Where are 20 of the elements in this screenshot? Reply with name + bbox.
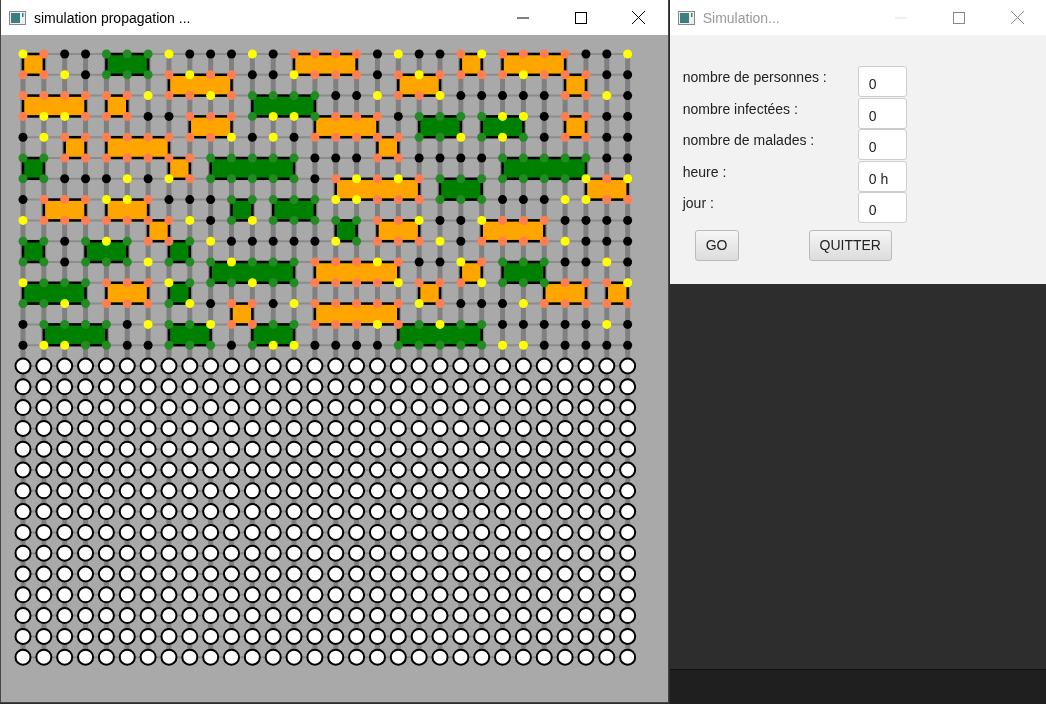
maximize-icon	[574, 11, 587, 24]
field-label: heure :	[682, 163, 728, 180]
close-icon	[1010, 11, 1024, 24]
quit-button[interactable]: QUITTER	[808, 229, 892, 261]
input-field[interactable]: 0	[857, 192, 907, 223]
go-button[interactable]: GO	[694, 229, 739, 261]
input-field[interactable]: 0	[857, 129, 907, 160]
field-label: nombre de malades :	[682, 132, 816, 148]
input-field[interactable]: 0	[857, 97, 907, 129]
input-field[interactable]: 0	[857, 66, 907, 97]
window-title: simulation propagation ...	[34, 9, 192, 26]
window-title: Simulation...	[702, 9, 781, 26]
field-label: nombre infectées :	[682, 100, 799, 117]
maximize-icon	[953, 11, 965, 24]
field-label: nombre de personnes :	[682, 69, 828, 85]
close-icon	[632, 11, 646, 24]
app-icon	[9, 10, 26, 25]
input-field[interactable]: 0 h	[857, 160, 907, 192]
app-icon	[677, 10, 695, 25]
field-label: jour :	[682, 195, 715, 211]
